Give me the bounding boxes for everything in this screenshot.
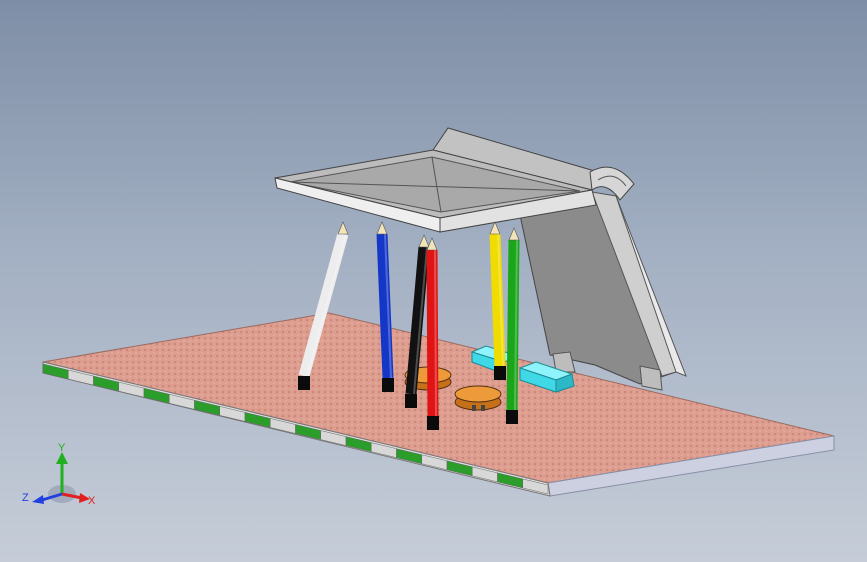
cad-viewport[interactable]: Y X Z bbox=[0, 0, 867, 562]
x-axis-label: X bbox=[88, 495, 96, 507]
seat-right bbox=[454, 385, 502, 411]
y-axis-label: Y bbox=[58, 442, 66, 454]
z-axis-arrowhead bbox=[32, 495, 44, 504]
z-axis-label: Z bbox=[22, 492, 29, 504]
base-slab bbox=[42, 312, 835, 497]
model-scene[interactable] bbox=[0, 0, 867, 562]
pencil-leg bbox=[506, 227, 520, 424]
back-panel bbox=[519, 191, 687, 391]
pencil-leg bbox=[426, 237, 439, 430]
coordinate-triad: Y X Z bbox=[22, 442, 96, 507]
